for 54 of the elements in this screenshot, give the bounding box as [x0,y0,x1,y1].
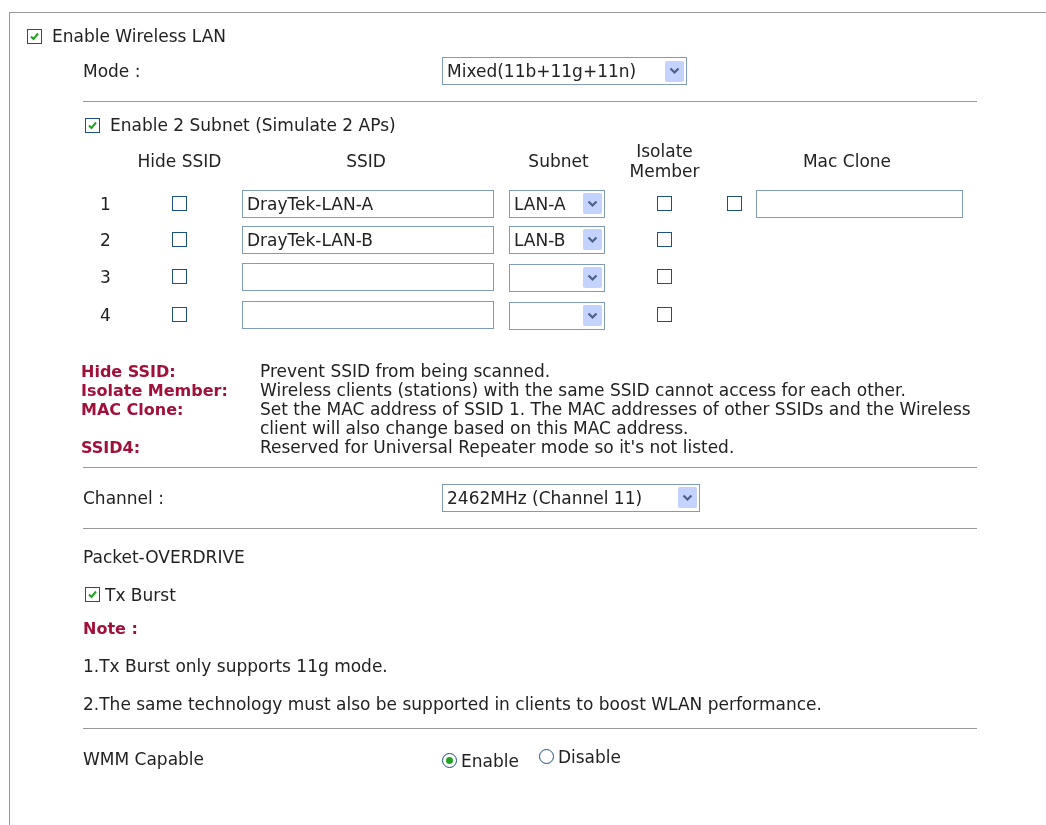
note-text: 2.The same technology must also be supported in clients to boost WLAN performance. [83,693,823,714]
note-text: Reserved for Universal Repeater mode so it's not listed. [260,437,736,457]
column-header: SSID [345,151,387,172]
column-header: Mac Clone [801,151,893,172]
radio-button[interactable] [538,749,554,765]
isolate-member-checkbox[interactable] [657,307,672,323]
field-label: WMM Capable [83,748,206,769]
ssid-input[interactable]: DrayTek-LAN-B [242,225,494,254]
enable-subnet-checkbox[interactable] [85,117,100,133]
hide-ssid-checkbox[interactable] [172,232,187,248]
column-header: Hide SSID [136,151,223,172]
field-label: Mode : [83,61,142,81]
isolate-member-checkbox[interactable] [657,269,672,285]
ssid-input[interactable] [242,262,494,291]
note-term: Isolate Member: [81,380,229,400]
isolate-member-checkbox[interactable] [657,232,672,248]
radio-label: Disable [557,746,621,767]
note-term: SSID4: [81,437,142,457]
note-title: Note : [83,618,139,638]
channel-select[interactable]: 2462MHz (Channel 11) [442,483,700,512]
field-label: Channel : [83,487,165,508]
radio-label: Enable [461,750,519,771]
radio-button[interactable] [442,753,457,769]
column-header: Subnet [527,151,590,172]
column-header: Isolate Member [628,141,701,182]
mode-select[interactable]: Mixed(11b+11g+11n) [442,57,687,85]
hide-ssid-checkbox[interactable] [172,196,187,212]
subnet-select[interactable]: LAN-B [509,225,605,254]
section-title: Packet-OVERDRIVE [83,546,246,567]
ssid-input[interactable] [242,300,494,329]
isolate-member-checkbox[interactable] [657,196,672,212]
note-term: Hide SSID: [81,361,177,381]
note-term: MAC Clone: [81,399,185,421]
checkbox-label: Enable Wireless LAN [52,26,227,46]
subnet-select[interactable] [509,301,605,330]
subnet-select[interactable]: LAN-A [509,189,605,218]
tx-burst-checkbox[interactable] [85,587,100,603]
note-text: Set the MAC address of SSID 1. The MAC addresses of other SSIDs and the Wireless client will also change based on this MAC address. [260,399,972,438]
subnet-select[interactable] [509,263,605,292]
row-number: 3 [99,266,112,287]
checkbox-label: Tx Burst [105,584,176,605]
note-text: Wireless clients (stations) with the same SSID cannot access for each other. [260,380,907,400]
hide-ssid-checkbox[interactable] [172,307,187,323]
enable-wireless-checkbox[interactable] [27,28,42,44]
row-number: 2 [99,229,112,250]
row-number: 1 [99,193,112,214]
note-text: 1.Tx Burst only supports 11g mode. [83,655,389,676]
mac-clone-input[interactable] [756,189,963,218]
checkbox-label: Enable 2 Subnet (Simulate 2 APs) [110,115,396,135]
note-text: Prevent SSID from being scanned. [260,361,552,381]
mac-clone-checkbox[interactable] [727,196,742,212]
hide-ssid-checkbox[interactable] [172,269,187,285]
row-number: 4 [99,304,112,325]
ssid-input[interactable]: DrayTek-LAN-A [242,189,494,218]
